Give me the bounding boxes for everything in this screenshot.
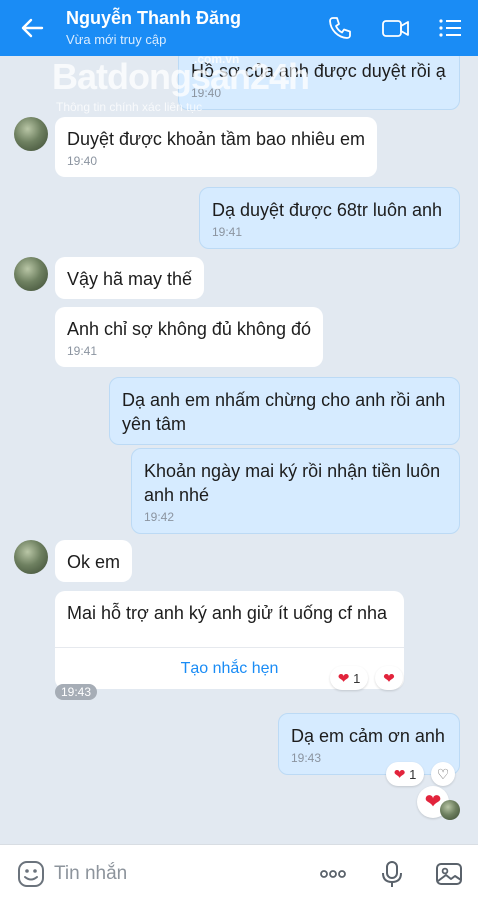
heart-icon: ❤ (424, 791, 442, 813)
message-time: 19:41 (67, 344, 98, 358)
message-text: Mai hỗ trợ anh ký anh giử ít uống cf nha (67, 603, 388, 623)
heart-icon: ❤ (393, 766, 406, 782)
message-bubble-incoming[interactable]: Anh chỉ sợ không đủ không đó 19:41 (55, 307, 323, 367)
message-input[interactable]: Tin nhắn (54, 863, 127, 885)
avatar[interactable] (14, 117, 48, 151)
message-text: Hồ sơ của anh được duyệt rồi ạ (191, 61, 446, 81)
message-bubble-outgoing[interactable]: Dạ duyệt được 68tr luôn anh 19:41 (199, 187, 460, 249)
phone-icon[interactable] (326, 14, 354, 42)
message-bubble-incoming[interactable]: Mai hỗ trợ anh ký anh giử ít uống cf nha (55, 591, 404, 649)
message-composer: Tin nhắn (0, 844, 478, 900)
heart-outline-icon: ♡ (436, 766, 450, 782)
react-button[interactable]: ♡ (431, 762, 455, 786)
message-text: Khoản ngày mai ký rồi nhận tiền luôn anh… (144, 461, 441, 505)
back-arrow-icon[interactable] (18, 14, 46, 42)
message-time: 19:43 (291, 751, 322, 765)
avatar[interactable] (14, 257, 48, 291)
message-text: Dạ anh em nhấm chừng cho anh rồi anh yên… (122, 390, 446, 434)
message-time: 19:41 (212, 225, 243, 239)
message-text: Vậy hã may thế (67, 269, 193, 289)
menu-list-icon[interactable] (436, 14, 464, 42)
message-text: Ok em (67, 552, 121, 572)
video-call-icon[interactable] (380, 14, 412, 42)
message-text: Anh chỉ sợ không đủ không đó (67, 319, 311, 339)
message-group-time: 19:43 (55, 684, 98, 700)
message-bubble-incoming[interactable]: Vậy hã may thế (55, 257, 205, 299)
message-bubble-outgoing[interactable]: Khoản ngày mai ký rồi nhận tiền luôn anh… (131, 448, 460, 534)
chat-header: Nguyễn Thanh Đăng Vừa mới truy cập (0, 0, 478, 56)
message-time: 19:40 (191, 86, 222, 100)
message-text: Dạ em cảm ơn anh (291, 726, 445, 746)
react-button[interactable]: ❤ (375, 666, 403, 690)
message-time: 19:42 (144, 510, 175, 524)
reaction-summary[interactable]: ❤ 1 (386, 762, 424, 786)
image-icon[interactable] (434, 859, 464, 889)
message-time: 19:40 (67, 154, 98, 168)
reaction-summary[interactable]: ❤ 1 (330, 666, 368, 690)
microphone-icon[interactable] (377, 859, 407, 889)
sticker-icon[interactable] (16, 859, 46, 889)
message-text: Dạ duyệt được 68tr luôn anh (212, 200, 442, 220)
message-list[interactable]: Hồ sơ của anh được duyệt rồi ạ 19:40 Bat… (0, 56, 478, 844)
heart-icon: ❤ (337, 670, 350, 686)
reaction-count: 1 (409, 767, 417, 782)
message-bubble-incoming[interactable]: Ok em (55, 540, 133, 582)
message-text: Duyệt được khoản tầm bao nhiêu em (67, 129, 366, 149)
contact-status: Vừa mới truy cập (66, 32, 167, 47)
reaction-count: 1 (353, 671, 361, 686)
heart-icon: ❤ (383, 670, 395, 686)
more-icon[interactable] (318, 859, 348, 889)
message-bubble-outgoing[interactable]: Hồ sơ của anh được duyệt rồi ạ 19:40 (178, 56, 460, 110)
message-bubble-outgoing[interactable]: Dạ anh em nhấm chừng cho anh rồi anh yên… (109, 377, 460, 445)
contact-name[interactable]: Nguyễn Thanh Đăng (66, 8, 241, 29)
message-bubble-incoming[interactable]: Duyệt được khoản tầm bao nhiêu em 19:40 (55, 117, 378, 177)
seen-avatar (440, 800, 460, 820)
avatar[interactable] (14, 540, 48, 574)
